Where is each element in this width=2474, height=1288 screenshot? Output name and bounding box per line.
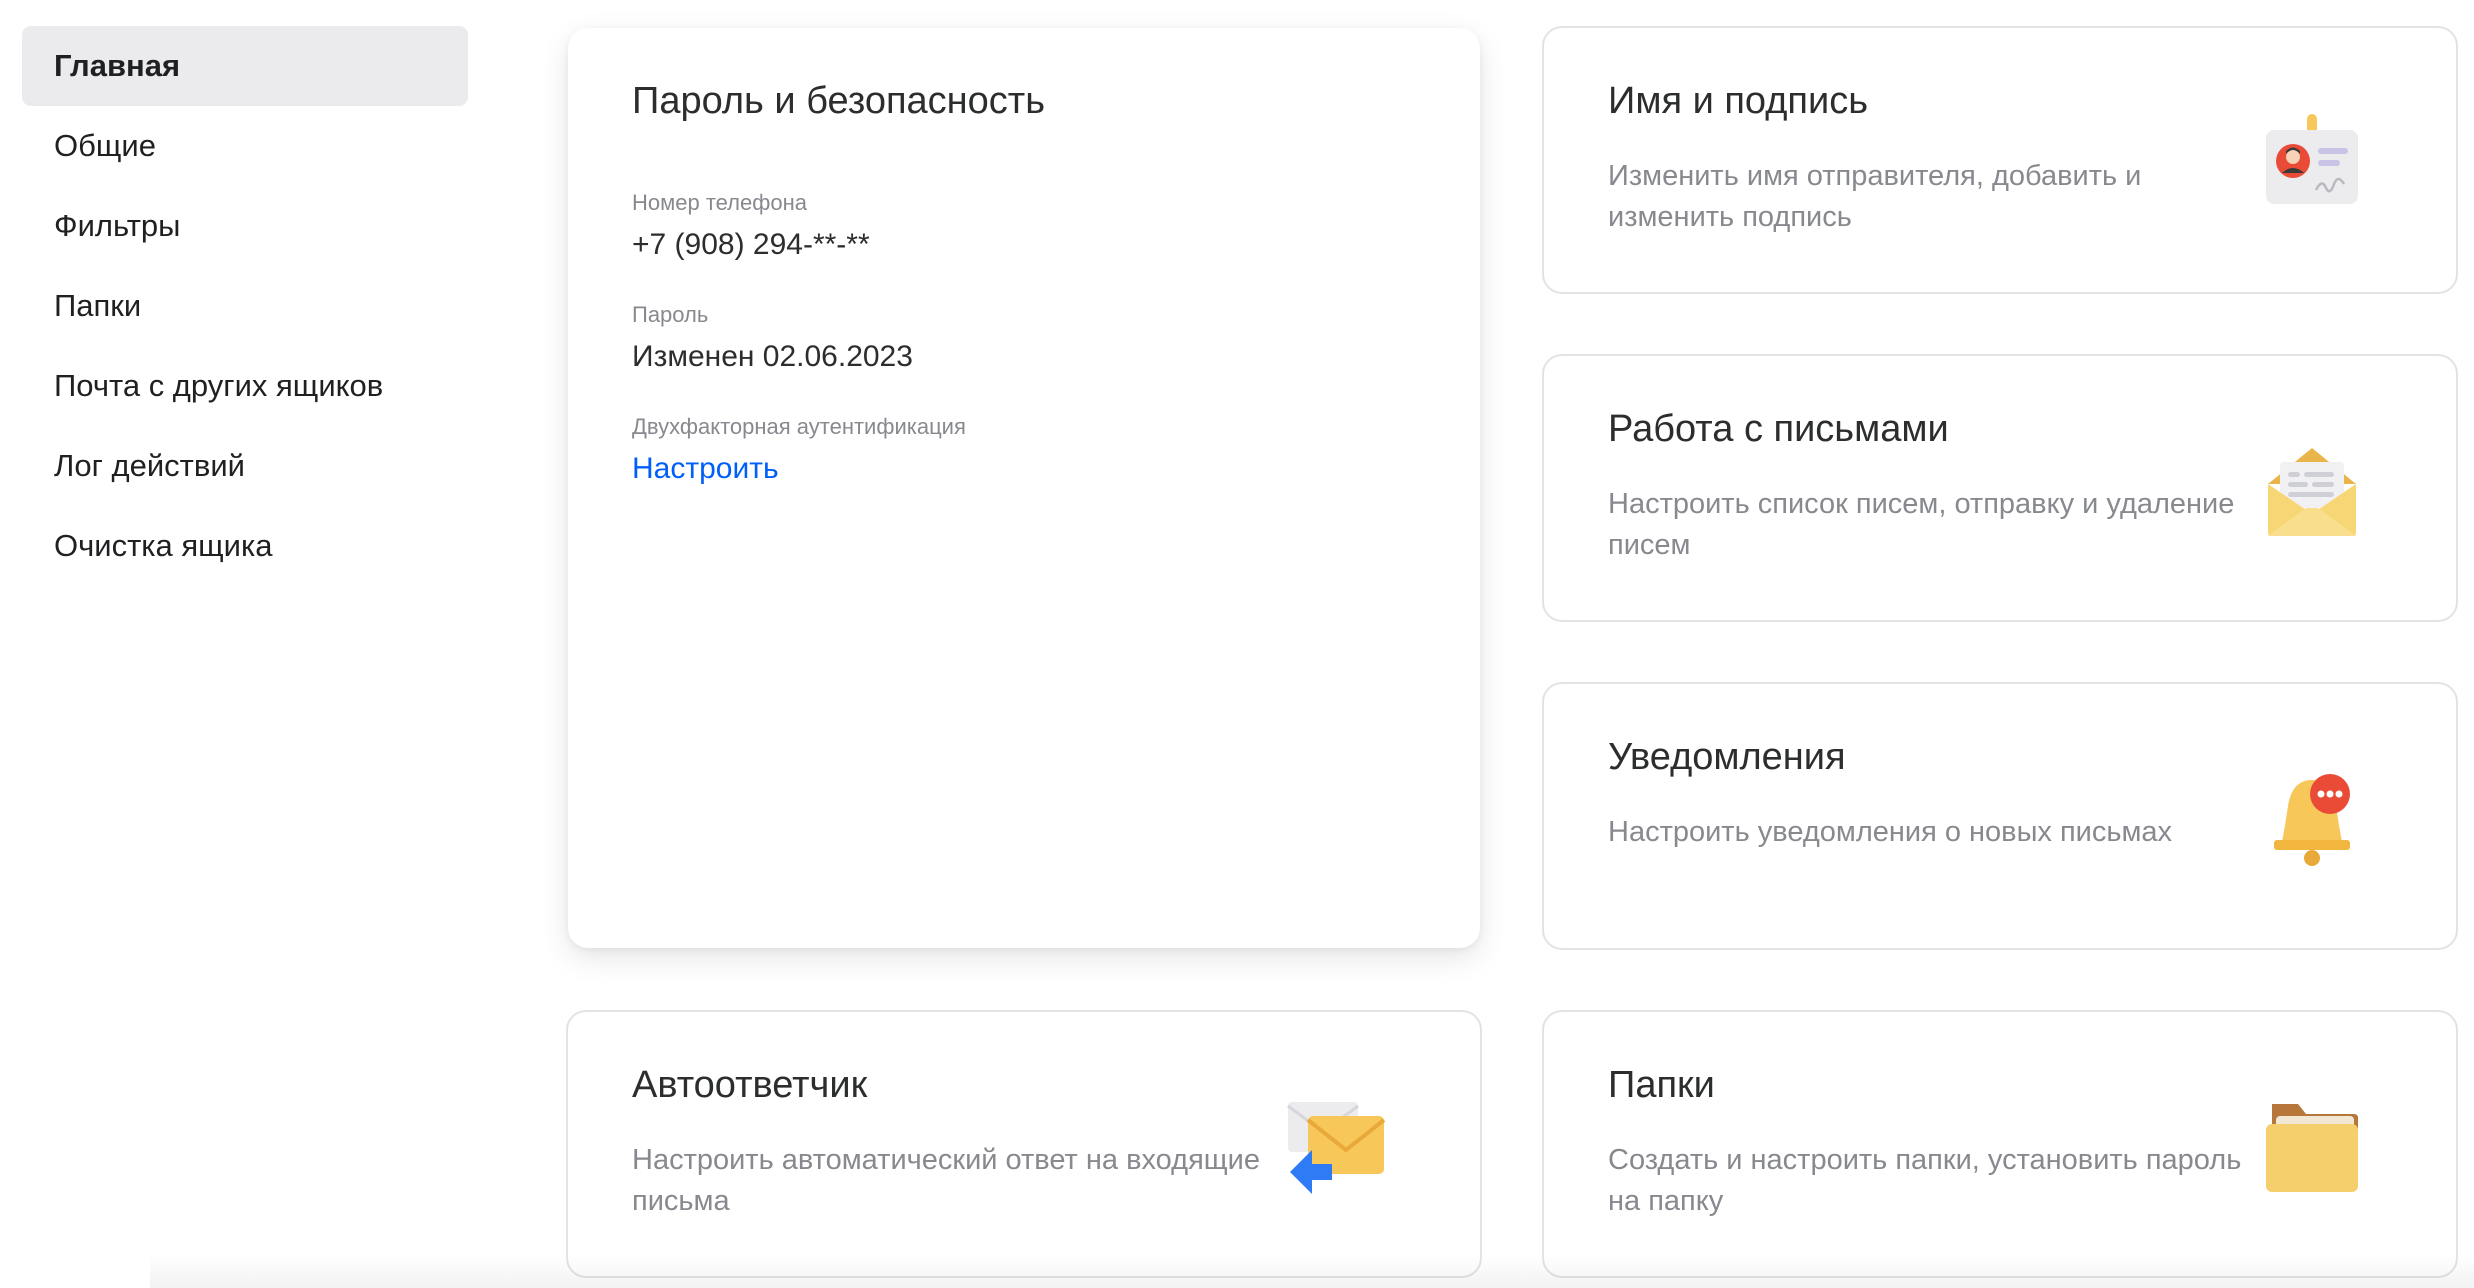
letters-title: Работа с письмами [1608, 408, 1949, 450]
sidebar-item-folders[interactable]: Папки [22, 266, 468, 346]
bell-icon [2260, 766, 2364, 875]
name-signature-card[interactable]: Имя и подпись Изменить имя отправителя, … [1542, 26, 2458, 294]
sidebar-item-main[interactable]: Главная [22, 26, 468, 106]
phone-value: +7 (908) 294-**-** [632, 228, 870, 261]
twofa-setup-link[interactable]: Настроить [632, 452, 779, 486]
security-card-title: Пароль и безопасность [632, 80, 1045, 122]
name-signature-desc: Изменить имя отправителя, добавить и изм… [1608, 160, 2142, 233]
folder-icon [2260, 1094, 2364, 1203]
settings-sidebar: Главная Общие Фильтры Папки Почта с друг… [22, 26, 468, 586]
open-envelope-icon [2260, 438, 2364, 547]
autoreply-desc: Настроить автоматический ответ на входящ… [632, 1144, 1260, 1217]
folders-desc: Создать и настроить папки, установить па… [1608, 1144, 2242, 1217]
autoreply-title: Автоответчик [632, 1064, 868, 1106]
letters-card[interactable]: Работа с письмами Настроить список писем… [1542, 354, 2458, 622]
sidebar-item-other-mailboxes[interactable]: Почта с других ящиков [22, 346, 468, 426]
id-badge-icon [2260, 110, 2364, 219]
autoreply-card[interactable]: Автоответчик Настроить автоматический от… [566, 1010, 1482, 1278]
notifications-desc: Настроить уведомления о новых письмах [1608, 816, 2173, 848]
security-card: Пароль и безопасность Номер телефона +7 … [568, 28, 1480, 948]
sidebar-item-filters[interactable]: Фильтры [22, 186, 468, 266]
folders-card[interactable]: Папки Создать и настроить папки, установ… [1542, 1010, 2458, 1278]
letters-desc: Настроить список писем, отправку и удале… [1608, 488, 2235, 561]
folders-title: Папки [1608, 1064, 1715, 1106]
twofa-label: Двухфакторная аутентификация [632, 414, 966, 439]
sidebar-item-general[interactable]: Общие [22, 106, 468, 186]
notifications-title: Уведомления [1608, 736, 1846, 778]
sidebar-item-mailbox-cleanup[interactable]: Очистка ящика [22, 506, 468, 586]
name-signature-title: Имя и подпись [1608, 80, 1869, 122]
sidebar-item-action-log[interactable]: Лог действий [22, 426, 468, 506]
notifications-card[interactable]: Уведомления Настроить уведомления о новы… [1542, 682, 2458, 950]
phone-label: Номер телефона [632, 190, 807, 215]
password-label: Пароль [632, 302, 709, 327]
autoreply-envelope-icon [1284, 1094, 1388, 1203]
password-value: Изменен 02.06.2023 [632, 340, 913, 373]
